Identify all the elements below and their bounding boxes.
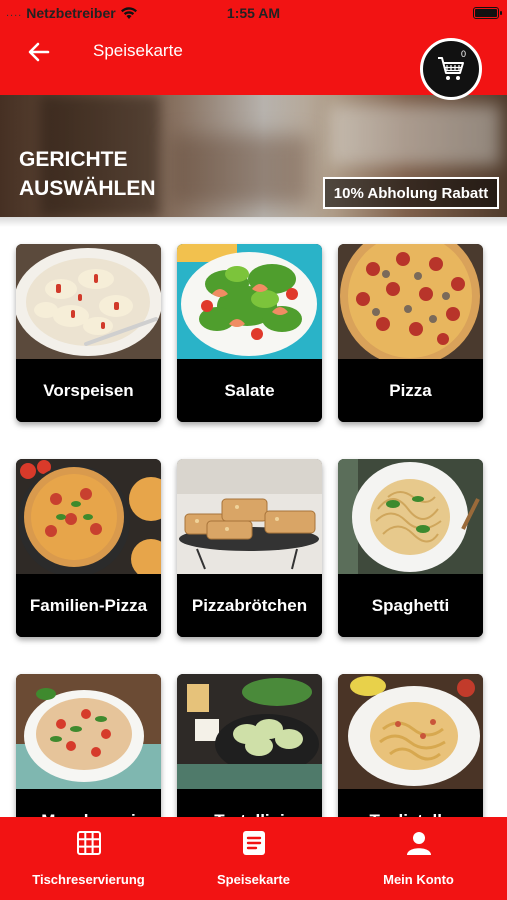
battery-icon [473, 7, 502, 19]
spaghetti-image [338, 459, 483, 574]
category-card-vorspeisen[interactable]: Vorspeisen [16, 244, 161, 422]
category-card-tagliatelle[interactable]: Tagliatelle [338, 674, 483, 817]
arrow-left-icon [28, 42, 50, 62]
category-label: Salate [177, 359, 322, 422]
grid-icon [76, 830, 102, 856]
category-grid: Vorspeisen Salate Pizza Familien-Pizza P… [0, 217, 507, 817]
pizza-image [338, 244, 483, 359]
category-label: Maccheroni [16, 789, 161, 817]
category-label: Tagliatelle [338, 789, 483, 817]
banner-title: GERICHTE AUSWÄHLEN [19, 145, 219, 203]
tab-tischreservierung[interactable]: Tischreservierung [4, 817, 173, 900]
shopping-cart-icon [438, 57, 464, 80]
category-label: Familien-Pizza [16, 574, 161, 637]
bottom-tab-bar: Tischreservierung Speisekarte Mein Konto [0, 817, 507, 900]
category-label: Vorspeisen [16, 359, 161, 422]
category-label: Pizzabrötchen [177, 574, 322, 637]
tab-label: Tischreservierung [32, 872, 145, 887]
category-card-tortellini[interactable]: Tortellini [177, 674, 322, 817]
discount-badge[interactable]: 10% Abholung Rabatt [323, 177, 499, 209]
family-pizza-image [16, 459, 161, 574]
category-card-familien-pizza[interactable]: Familien-Pizza [16, 459, 161, 637]
category-card-salate[interactable]: Salate [177, 244, 322, 422]
clock: 1:55 AM [226, 5, 281, 21]
salad-image [177, 244, 322, 359]
tab-label: Speisekarte [217, 872, 290, 887]
category-label: Pizza [338, 359, 483, 422]
category-label: Spaghetti [338, 574, 483, 637]
category-card-pizzabroetchen[interactable]: Pizzabrötchen [177, 459, 322, 637]
user-icon [406, 830, 432, 856]
menu-list-icon [241, 830, 267, 856]
tagliatelle-image [338, 674, 483, 789]
tortellini-image [177, 674, 322, 789]
pizza-rolls-image [177, 459, 322, 574]
category-card-pizza[interactable]: Pizza [338, 244, 483, 422]
category-card-maccheroni[interactable]: Maccheroni [16, 674, 161, 817]
tab-speisekarte[interactable]: Speisekarte [169, 817, 338, 900]
category-card-spaghetti[interactable]: Spaghetti [338, 459, 483, 637]
maccheroni-image [16, 674, 161, 789]
header-banner: GERICHTE AUSWÄHLEN 10% Abholung Rabatt [0, 95, 507, 217]
tab-mein-konto[interactable]: Mein Konto [334, 817, 503, 900]
cart-button[interactable]: 0 [420, 38, 482, 100]
category-label: Tortellini [177, 789, 322, 817]
banner-title-line1: GERICHTE [19, 148, 128, 171]
tab-label: Mein Konto [383, 872, 454, 887]
page-title: Speisekarte [93, 41, 183, 60]
pasta-image [16, 244, 161, 359]
back-button[interactable] [22, 38, 56, 66]
cart-count-badge: 0 [460, 49, 466, 59]
status-bar: .... Netzbetreiber 1:55 AM [0, 0, 507, 26]
banner-title-line2: AUSWÄHLEN [19, 177, 156, 200]
